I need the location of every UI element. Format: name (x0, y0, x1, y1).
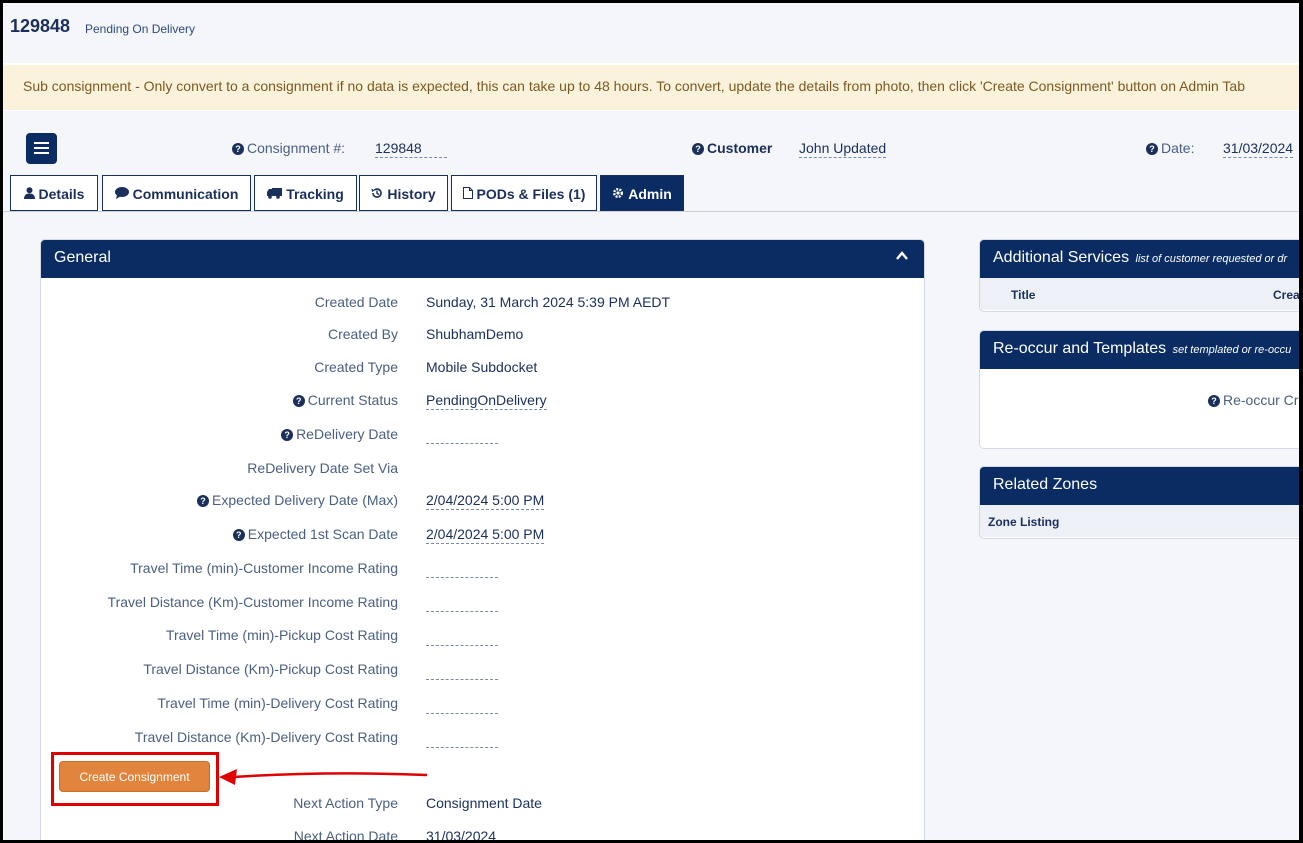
related-zones-header: Related Zones (980, 467, 1299, 505)
tab-communication[interactable]: Communication (102, 175, 251, 211)
help-icon: ? (197, 495, 210, 507)
redelivery-set-via-label: ReDelivery Date Set Via (247, 460, 398, 476)
tab-history[interactable]: History (359, 175, 448, 211)
created-type-value: Mobile Subdocket (426, 359, 538, 375)
warning-banner: Sub consignment - Only convert to a cons… (3, 65, 1299, 110)
column-title[interactable]: Title (1011, 288, 1035, 302)
status-text: Pending On Delivery (85, 22, 196, 36)
created-by-label: Created By (327, 326, 398, 342)
customer-field[interactable]: John Updated (799, 140, 887, 158)
tab-details[interactable]: Details (10, 175, 98, 211)
help-icon: ? (1208, 395, 1220, 407)
menu-icon (34, 142, 49, 144)
customer-label: ? Customer (692, 140, 772, 156)
help-icon: ? (232, 143, 244, 155)
redelivery-date-label: ? ReDelivery Date (281, 426, 398, 442)
travel-distance-pickup-field[interactable] (426, 679, 498, 680)
general-panel-header[interactable]: General (41, 240, 924, 278)
travel-distance-customer-field[interactable] (426, 611, 498, 612)
travel-distance-customer-label: Travel Distance (Km)-Customer Income Rat… (107, 594, 398, 610)
annotation-arrow-icon (219, 769, 428, 785)
admin-content: General Created Date Sunday, 31 March 20… (3, 212, 1299, 843)
expected-delivery-field[interactable]: 2/04/2024 5:00 PM (426, 492, 545, 510)
zone-table-header: Zone Listing (980, 505, 1299, 537)
created-type-label: Created Type (314, 359, 398, 375)
created-date-label: Created Date (314, 294, 398, 310)
help-icon: ? (1146, 143, 1158, 155)
help-icon: ? (232, 529, 245, 541)
next-action-type-value: Consignment Date (426, 795, 542, 811)
next-action-type-label: Next Action Type (293, 795, 398, 811)
travel-time-delivery-field[interactable] (426, 713, 498, 714)
help-icon: ? (692, 143, 704, 155)
reoccur-create-link[interactable]: ? Re-occur Cre (1208, 392, 1299, 408)
column-zone-listing[interactable]: Zone Listing (988, 515, 1059, 529)
expected-first-scan-label: ? Expected 1st Scan Date (232, 526, 398, 542)
travel-time-pickup-label: Travel Time (min)-Pickup Cost Rating (165, 627, 398, 643)
user-icon (23, 186, 35, 202)
created-by-value: ShubhamDemo (426, 326, 524, 342)
date-field[interactable]: 31/03/2024 (1223, 140, 1294, 158)
tab-tracking[interactable]: Tracking (254, 175, 357, 211)
travel-time-delivery-label: Travel Time (min)-Delivery Cost Rating (157, 695, 398, 711)
summary-bar: ? Consignment #: 129848 ? Customer John Up… (3, 111, 1299, 211)
date-label: ? Date: (1146, 140, 1194, 156)
additional-services-panel: Additional Services list of customer req… (979, 239, 1299, 312)
related-zones-panel: Related Zones Zone Listing (979, 466, 1299, 539)
reoccur-header: Re-occur and Templates set templated or … (980, 331, 1299, 369)
tab-admin[interactable]: Admin (600, 175, 684, 211)
next-action-date-label: Next Action Date (293, 828, 398, 843)
current-status-label: ? Current Status (292, 392, 398, 408)
chat-icon (114, 186, 129, 202)
next-action-date-value: 31/03/2024 (426, 828, 497, 843)
reoccur-panel: Re-occur and Templates set templated or … (979, 330, 1299, 449)
travel-time-pickup-field[interactable] (426, 645, 498, 646)
history-icon (371, 186, 383, 202)
additional-services-header: Additional Services list of customer req… (980, 240, 1299, 278)
app-window: 129848 Pending On Delivery Sub consignme… (0, 0, 1303, 843)
expected-delivery-label: ? Expected Delivery Date (Max) (197, 492, 398, 508)
highlight-box (51, 752, 219, 806)
additional-services-table-header: Title Creat (980, 278, 1299, 310)
column-created[interactable]: Creat (1273, 288, 1299, 302)
file-icon (462, 186, 473, 202)
consignment-label: ? Consignment #: (232, 140, 345, 156)
consignment-number: 129848 (10, 16, 71, 36)
travel-distance-pickup-label: Travel Distance (Km)-Pickup Cost Rating (143, 661, 398, 677)
consignment-field[interactable]: 129848 (375, 140, 447, 158)
menu-button[interactable] (26, 133, 57, 164)
chevron-up-icon[interactable] (896, 250, 908, 262)
help-icon: ? (281, 429, 294, 441)
travel-time-customer-label: Travel Time (min)-Customer Income Rating (130, 560, 398, 576)
expected-first-scan-field[interactable]: 2/04/2024 5:00 PM (426, 526, 545, 544)
travel-distance-delivery-label: Travel Distance (Km)-Delivery Cost Ratin… (134, 729, 398, 745)
gear-icon (612, 186, 624, 202)
travel-time-customer-field[interactable] (426, 577, 498, 578)
help-icon: ? (292, 395, 305, 407)
redelivery-date-field[interactable] (426, 443, 498, 444)
tab-pods-files[interactable]: PODs & Files (1) (451, 175, 597, 211)
page-header: 129848 Pending On Delivery (3, 3, 1299, 63)
truck-icon (267, 186, 283, 202)
travel-distance-delivery-field[interactable] (426, 747, 498, 748)
created-date-value: Sunday, 31 March 2024 5:39 PM AEDT (426, 294, 671, 310)
current-status-field[interactable]: PendingOnDelivery (426, 392, 547, 410)
